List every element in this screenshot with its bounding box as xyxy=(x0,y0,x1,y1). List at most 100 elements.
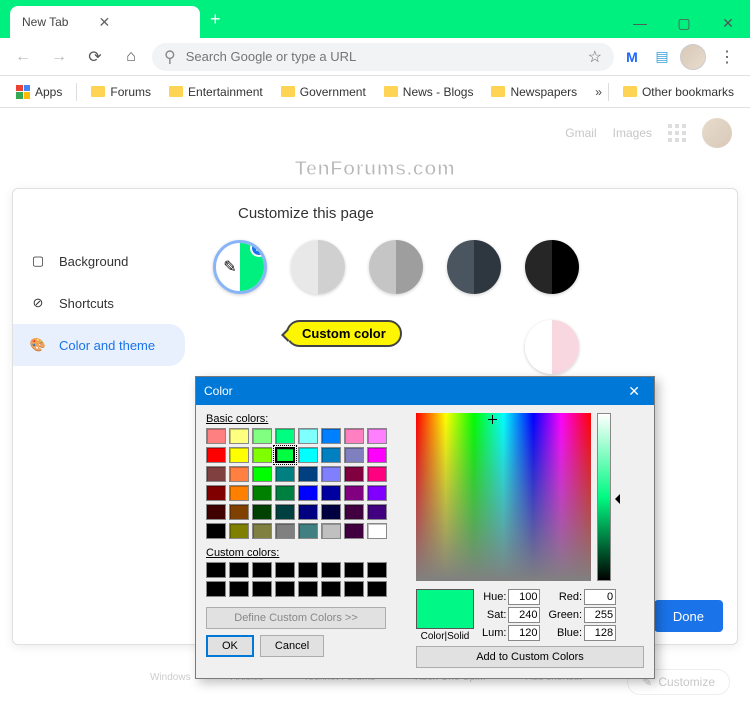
menu-icon[interactable]: ⋮ xyxy=(712,42,742,72)
profile-avatar[interactable] xyxy=(680,44,706,70)
google-apps-icon[interactable] xyxy=(668,124,686,142)
basic-color-swatch[interactable] xyxy=(275,447,295,463)
basic-color-swatch[interactable] xyxy=(321,485,341,501)
bookmark-forums[interactable]: Forums xyxy=(83,81,159,103)
sidebar-item-shortcuts[interactable]: ⊘ Shortcuts xyxy=(13,282,185,324)
basic-color-swatch[interactable] xyxy=(275,504,295,520)
back-icon[interactable]: ← xyxy=(8,42,38,72)
basic-color-swatch[interactable] xyxy=(252,504,272,520)
basic-color-swatch[interactable] xyxy=(206,428,226,444)
new-tab-button[interactable]: + xyxy=(200,9,231,30)
basic-color-swatch[interactable] xyxy=(367,466,387,482)
basic-color-swatch[interactable] xyxy=(252,523,272,539)
basic-color-swatch[interactable] xyxy=(321,523,341,539)
bookmark-newspapers[interactable]: Newspapers xyxy=(483,81,585,103)
swatch-dark-grey[interactable] xyxy=(447,240,501,294)
swatch-grey[interactable] xyxy=(369,240,423,294)
basic-color-swatch[interactable] xyxy=(321,428,341,444)
color-dialog-titlebar[interactable]: Color ✕ xyxy=(196,377,654,405)
basic-color-swatch[interactable] xyxy=(344,428,364,444)
basic-color-swatch[interactable] xyxy=(367,523,387,539)
basic-color-swatch[interactable] xyxy=(206,447,226,463)
basic-color-swatch[interactable] xyxy=(229,504,249,520)
basic-color-swatch[interactable] xyxy=(252,466,272,482)
color-ok-button[interactable]: OK xyxy=(206,635,254,657)
sat-input[interactable] xyxy=(508,607,540,623)
lum-input[interactable] xyxy=(508,625,540,641)
forward-icon[interactable]: → xyxy=(44,42,74,72)
color-dialog-close-icon[interactable]: ✕ xyxy=(622,383,646,400)
home-icon[interactable]: ⌂ xyxy=(116,42,146,72)
basic-color-swatch[interactable] xyxy=(206,523,226,539)
ext-malwarebytes-icon[interactable]: M xyxy=(620,45,644,69)
apps-shortcut[interactable]: Apps xyxy=(8,81,70,103)
basic-color-swatch[interactable] xyxy=(298,523,318,539)
reload-icon[interactable]: ⟳ xyxy=(80,42,110,72)
basic-color-swatch[interactable] xyxy=(321,466,341,482)
swatch-rose[interactable] xyxy=(525,320,579,374)
basic-color-swatch[interactable] xyxy=(298,504,318,520)
omnibox[interactable]: ⚲ ☆ xyxy=(152,43,614,71)
basic-color-swatch[interactable] xyxy=(252,485,272,501)
basic-color-swatch[interactable] xyxy=(367,447,387,463)
basic-color-swatch[interactable] xyxy=(252,428,272,444)
basic-color-swatch[interactable] xyxy=(229,447,249,463)
basic-color-swatch[interactable] xyxy=(344,523,364,539)
ext-readaloud-icon[interactable]: ▤ xyxy=(650,45,674,69)
basic-color-swatch[interactable] xyxy=(298,466,318,482)
sidebar-item-background[interactable]: ▢ Background xyxy=(13,240,185,282)
url-input[interactable] xyxy=(186,49,578,64)
basic-color-swatch[interactable] xyxy=(275,523,295,539)
basic-color-swatch[interactable] xyxy=(206,466,226,482)
basic-color-swatch[interactable] xyxy=(321,504,341,520)
close-window-icon[interactable]: ✕ xyxy=(706,8,750,38)
swatch-grey-light[interactable] xyxy=(291,240,345,294)
maximize-icon[interactable]: ▢ xyxy=(662,8,706,38)
basic-color-swatch[interactable] xyxy=(344,466,364,482)
images-link[interactable]: Images xyxy=(613,126,652,140)
customize-done-button[interactable]: Done xyxy=(654,600,723,632)
basic-color-swatch[interactable] xyxy=(367,428,387,444)
basic-color-swatch[interactable] xyxy=(344,504,364,520)
basic-color-swatch[interactable] xyxy=(344,485,364,501)
basic-color-swatch[interactable] xyxy=(321,447,341,463)
basic-color-swatch[interactable] xyxy=(206,504,226,520)
other-bookmarks[interactable]: Other bookmarks xyxy=(615,81,742,103)
basic-color-swatch[interactable] xyxy=(298,485,318,501)
browser-tab[interactable]: New Tab ✕ xyxy=(10,6,200,38)
tab-close-icon[interactable]: ✕ xyxy=(98,14,110,31)
green-input[interactable] xyxy=(584,607,616,623)
basic-color-swatch[interactable] xyxy=(367,485,387,501)
basic-color-swatch[interactable] xyxy=(252,447,272,463)
basic-color-swatch[interactable] xyxy=(229,485,249,501)
swatch-custom[interactable]: ✎ ✓ xyxy=(213,240,267,294)
luminance-slider[interactable] xyxy=(597,413,611,581)
basic-color-swatch[interactable] xyxy=(275,485,295,501)
red-input[interactable] xyxy=(584,589,616,605)
basic-color-swatch[interactable] xyxy=(344,447,364,463)
basic-color-swatch[interactable] xyxy=(229,523,249,539)
basic-color-swatch[interactable] xyxy=(275,428,295,444)
bookmark-news[interactable]: News - Blogs xyxy=(376,81,482,103)
minimize-icon[interactable]: — xyxy=(618,8,662,38)
basic-color-swatch[interactable] xyxy=(229,428,249,444)
basic-colors-grid[interactable] xyxy=(206,428,406,539)
basic-color-swatch[interactable] xyxy=(298,447,318,463)
basic-color-swatch[interactable] xyxy=(229,466,249,482)
account-avatar[interactable] xyxy=(702,118,732,148)
add-to-custom-colors-button[interactable]: Add to Custom Colors xyxy=(416,646,644,668)
bookmark-entertainment[interactable]: Entertainment xyxy=(161,81,271,103)
color-cancel-button[interactable]: Cancel xyxy=(260,635,324,657)
gmail-link[interactable]: Gmail xyxy=(565,126,596,140)
basic-color-swatch[interactable] xyxy=(298,428,318,444)
basic-color-swatch[interactable] xyxy=(275,466,295,482)
hue-sat-picker[interactable] xyxy=(416,413,591,581)
sidebar-item-color-theme[interactable]: 🎨 Color and theme xyxy=(13,324,185,366)
basic-color-swatch[interactable] xyxy=(206,485,226,501)
hue-input[interactable] xyxy=(508,589,540,605)
custom-colors-grid[interactable] xyxy=(206,562,406,597)
swatch-black[interactable] xyxy=(525,240,579,294)
blue-input[interactable] xyxy=(584,625,616,641)
basic-color-swatch[interactable] xyxy=(367,504,387,520)
star-icon[interactable]: ☆ xyxy=(588,47,602,67)
